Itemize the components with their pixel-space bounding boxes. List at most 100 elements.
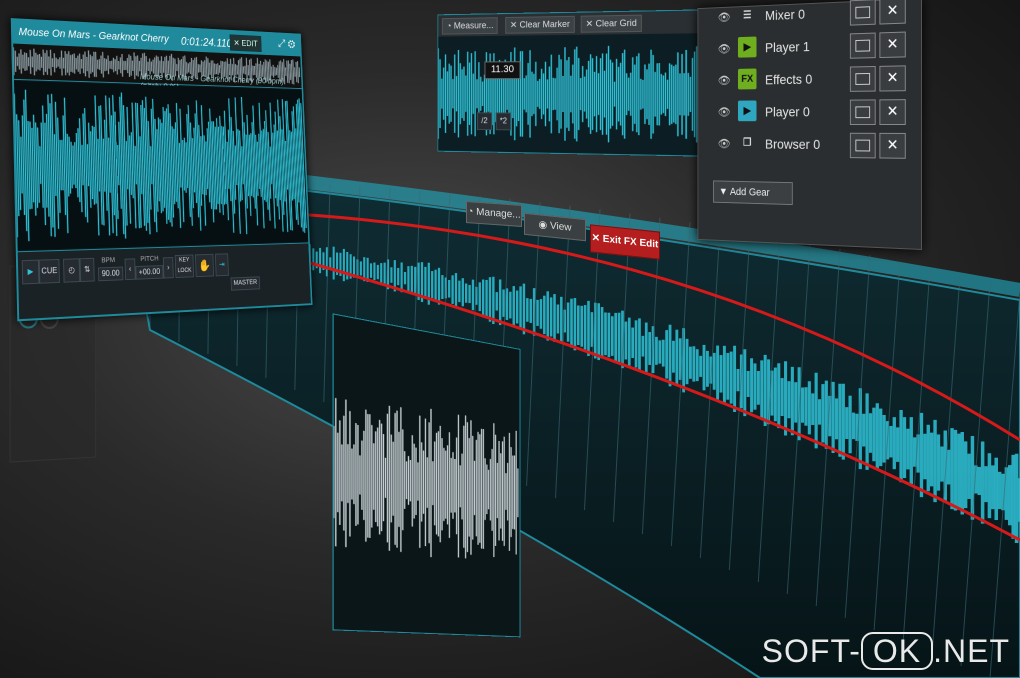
eye-icon[interactable]: 👁 [718,10,731,22]
cue-button[interactable]: CUE [39,259,60,284]
play-button[interactable]: ▶ [22,260,40,285]
waveform-bar [129,54,130,77]
waveform-bar [21,49,22,73]
waveform-bar [109,138,111,193]
beatgrid-waveform[interactable] [438,33,698,155]
close-icon[interactable]: ✕ [879,133,905,159]
pitch-up-button[interactable]: › [163,257,174,278]
pitch-down-button[interactable]: ‹ [125,258,136,280]
mixer-icon: ☰ [738,5,757,26]
master-button[interactable]: MASTER [231,276,261,290]
waveform-bar [98,139,99,192]
view-label: View [550,220,572,233]
eye-icon[interactable]: 👁 [718,74,731,85]
window-icon[interactable] [850,66,876,92]
waveform-bar [90,55,91,74]
waveform-bar [88,50,89,77]
window-icon[interactable] [850,133,876,159]
waveform-bar [60,140,61,190]
eye-icon[interactable]: 👁 [718,137,731,148]
close-icon[interactable]: ✕ [879,65,905,91]
hand-icon[interactable]: ✋ [195,254,214,277]
gear-row-effects[interactable]: 👁 FX Effects 0 ✕ [698,61,921,97]
bpm-field[interactable]: 90.00 [98,267,123,282]
waveform-bar [69,137,70,194]
clip-waveform [334,315,520,637]
gear-row-label: Player 1 [765,39,810,56]
eye-icon[interactable]: 👁 [718,42,731,54]
waveform-bar [62,140,63,190]
pitch-label: PITCH [140,256,158,263]
waveform-bar [67,134,69,197]
clear-marker-button[interactable]: ✕ Clear Marker [505,16,575,34]
waveform-bar [136,56,137,75]
edit-button[interactable]: ✕ EDIT [230,34,262,52]
watermark-right: .NET [933,633,1010,669]
gear-row-label: Player 0 [765,104,810,119]
waveform-bar [43,50,44,76]
watermark-ok: OK [861,632,933,670]
waveform-bar [69,51,70,75]
gear-row-player1[interactable]: 👁 ▶ Player 1 ✕ [698,27,921,66]
measure-label: Measure... [454,20,494,30]
eye-icon[interactable]: 👁 [718,105,731,116]
gear-row-browser[interactable]: 👁 ❐ Browser 0 ✕ [698,129,921,163]
close-icon[interactable]: ✕ [879,0,905,25]
waveform-bar [40,146,41,184]
grid-value-field[interactable]: 11.30 [484,61,520,79]
pitch-field[interactable]: +00.00 [135,265,163,280]
waveform-bar [34,49,35,76]
window-icon[interactable] [850,33,876,59]
gear-row-label: Mixer 0 [765,6,805,23]
waveform-bar [85,52,86,77]
sync-icon[interactable]: ◴ [63,258,80,282]
waveform-bar [30,50,31,74]
bpm-label: BPM [101,257,115,264]
waveform-bar [71,142,72,189]
clip-panel[interactable] [333,313,521,637]
halve-label: /2 [481,116,487,125]
waveform-bar [118,145,119,185]
waveform-bar [151,146,152,184]
player-waveform[interactable] [14,81,308,250]
close-icon[interactable]: ✕ [879,32,905,58]
beatgrid-panel: ◔ Measure... ✕ Clear Marker ✕ Clear Grid… [437,9,698,156]
cue-marker-icon[interactable]: ⇥ [215,253,229,276]
gear-row-player0[interactable]: 👁 ▶ Player 0 ✕ [698,95,921,129]
waveform-bar [242,146,243,184]
edit-label: EDIT [241,39,258,49]
waveform-bar [87,144,88,186]
pitch-value: +00.00 [139,267,161,277]
window-icon[interactable] [850,0,876,26]
play-icon: ▶ [738,100,757,121]
resize-icon[interactable]: ⤢ [278,37,286,50]
close-icon[interactable]: ✕ [879,99,905,125]
loop-button[interactable]: ⇅ [80,258,95,282]
manage-button[interactable]: ◔ Manage... [466,201,522,227]
waveform-bar [126,141,127,189]
clear-grid-button[interactable]: ✕ Clear Grid [581,15,642,33]
waveform-bar [32,128,34,203]
track-title: Mouse On Mars - Gearknot Cherry [18,26,168,45]
window-icon[interactable] [850,99,876,125]
master-label: MASTER [233,279,257,287]
double-grid-button[interactable]: *2 [496,112,511,130]
titlebar-icons: ⤢ ⚙ [278,37,296,51]
gear-icon[interactable]: ⚙ [288,37,296,50]
exit-label: Exit FX Edit [603,234,659,251]
waveform-bar [47,50,48,75]
waveform-bar [103,139,105,192]
waveform-bar [135,146,136,184]
waveform-bar [54,134,56,196]
clear-marker-label: Clear Marker [520,19,570,30]
waveform-bar [96,52,97,77]
waveform-bar [122,54,123,77]
waveform-bar [50,50,51,76]
halve-grid-button[interactable]: /2 [477,112,492,130]
keylock-button[interactable]: KEY LOCK [175,254,194,278]
measure-button[interactable]: ◔ Measure... [442,17,498,34]
waveform-bar [94,52,95,77]
add-gear-button[interactable]: ▼ Add Gear [713,180,793,205]
play-icon: ▶ [738,37,757,58]
waveform-bar [108,55,109,74]
